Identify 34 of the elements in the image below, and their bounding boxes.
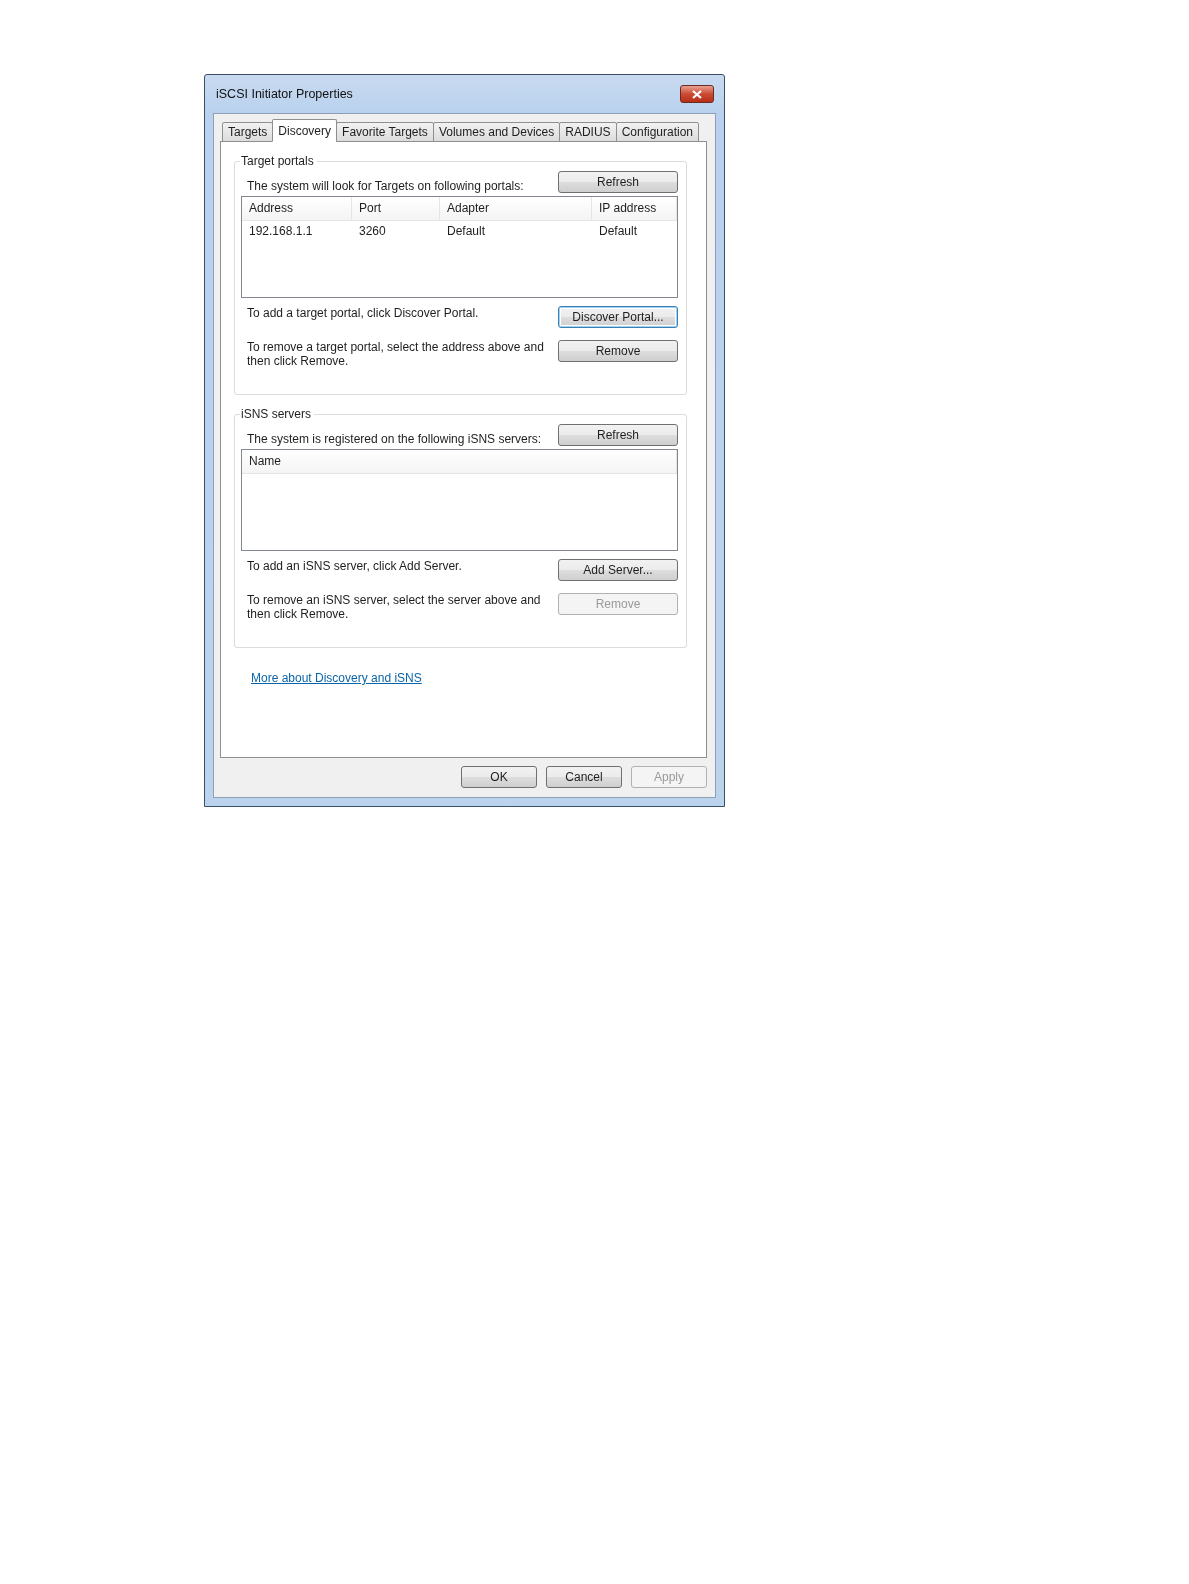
column-header[interactable]: Port [352, 197, 440, 220]
group-title: Target portals [240, 154, 317, 168]
help-link[interactable]: More about Discovery and iSNS [251, 671, 422, 685]
tab[interactable]: Targets [222, 122, 274, 142]
refresh-button[interactable]: Refresh [558, 171, 678, 193]
tab[interactable]: Favorite Targets [336, 122, 434, 142]
tab[interactable]: RADIUS [559, 122, 617, 142]
table-cell-text: Default [598, 223, 639, 238]
window-title: iSCSI Initiator Properties [216, 86, 353, 101]
action-button[interactable]: Add Server... [558, 559, 678, 581]
action-button[interactable]: Remove [558, 340, 678, 362]
close-icon [692, 89, 702, 99]
caption-text: The system will look for Targets on following portals: [247, 179, 525, 193]
refresh-button[interactable]: Refresh [558, 424, 678, 446]
table-cell-text: 192.168.1.1 [248, 223, 314, 238]
instruction-text: To add an iSNS server, click Add Server. [247, 559, 463, 573]
dialog-button[interactable]: OK [461, 766, 537, 788]
instruction-text: To remove a target portal, select the address above and then click Remove. [247, 340, 545, 368]
tab[interactable]: Discovery [272, 119, 338, 142]
close-button[interactable] [680, 85, 714, 103]
instruction-text: To remove an iSNS server, select the server above and then click Remove. [247, 593, 542, 621]
dialog-button[interactable]: Cancel [546, 766, 622, 788]
table-cell-text: 3260 [358, 223, 387, 238]
column-header[interactable]: Adapter [440, 197, 592, 220]
column-header[interactable]: Address [242, 197, 352, 220]
action-button[interactable]: Discover Portal... [558, 306, 678, 328]
group-title: iSNS servers [240, 407, 314, 421]
instruction-text: To add a target portal, click Discover Portal. [247, 306, 480, 320]
tab[interactable]: Volumes and Devices [432, 122, 561, 142]
column-header[interactable]: IP address [592, 197, 677, 220]
column-header[interactable]: Name [242, 450, 677, 473]
tab[interactable]: Configuration [615, 122, 699, 142]
table-cell-text: Default [446, 223, 487, 238]
caption-text: The system is registered on the following iSNS servers: [247, 432, 543, 446]
